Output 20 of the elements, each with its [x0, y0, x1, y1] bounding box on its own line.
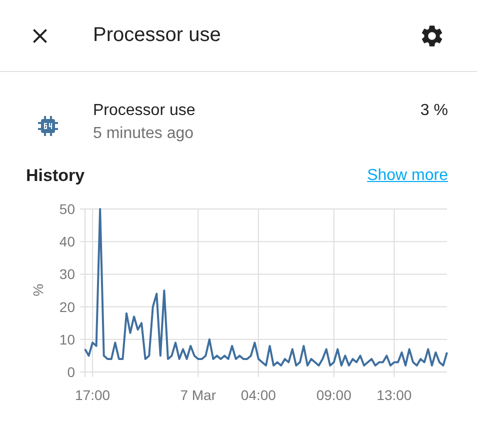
y-tick-label: 40	[59, 234, 75, 250]
entity-value: 3 %	[420, 101, 448, 121]
x-tick-label: 7 Mar	[180, 387, 216, 403]
history-heading: History	[26, 166, 85, 186]
x-tick-label: 13:00	[376, 387, 412, 403]
y-tick-label: 20	[59, 298, 75, 315]
x-tick-label: 04:00	[240, 387, 276, 403]
chip-icon	[36, 114, 60, 138]
y-tick-label: 10	[59, 331, 75, 348]
last-updated: 5 minutes ago	[93, 124, 195, 144]
settings-icon[interactable]	[419, 22, 445, 48]
x-tick-label: 09:00	[316, 387, 352, 403]
y-tick-label: 50	[59, 201, 75, 217]
show-more-link[interactable]: Show more	[367, 167, 448, 185]
y-axis-label: %	[30, 284, 46, 296]
entity-name: Processor use	[93, 101, 196, 121]
x-tick-label: 17:00	[75, 387, 110, 403]
dialog-title: Processor use	[93, 24, 222, 47]
y-tick-label: 30	[59, 266, 75, 282]
y-tick-label: 0	[67, 364, 75, 380]
